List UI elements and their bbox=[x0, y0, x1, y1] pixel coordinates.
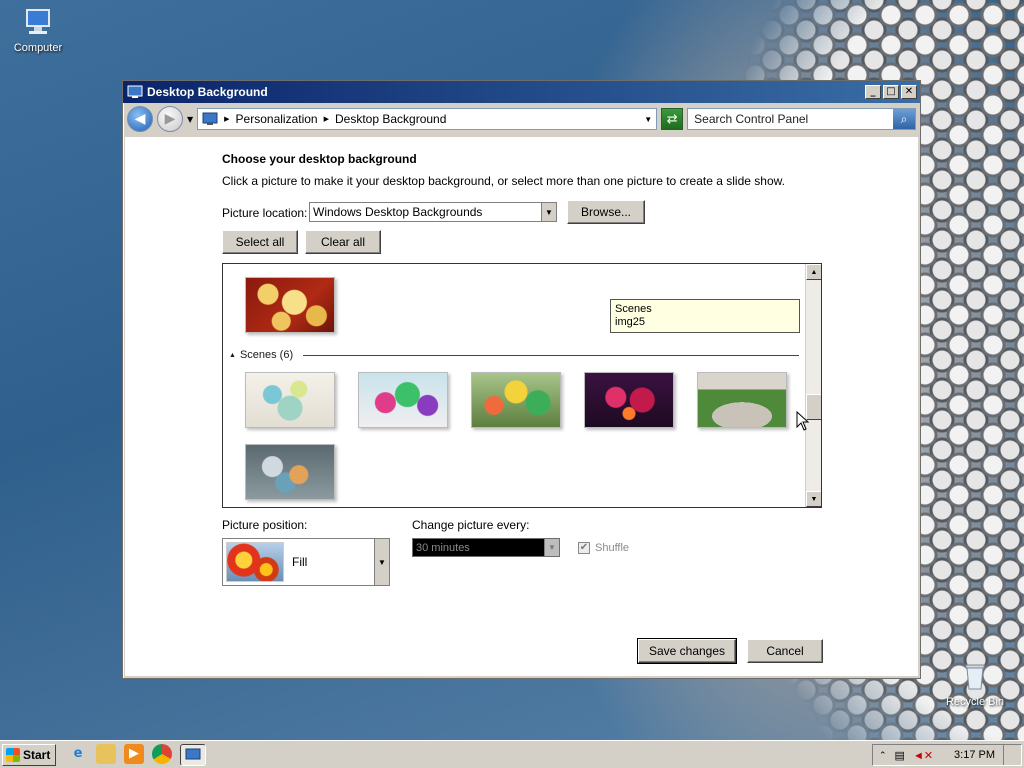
gallery-scrollbar[interactable]: ▲ ▼ bbox=[805, 264, 821, 507]
picture-position-label: Picture position: bbox=[222, 518, 308, 532]
windows-logo-icon bbox=[6, 747, 20, 762]
file-explorer-icon[interactable] bbox=[96, 743, 116, 764]
navigation-bar: ◀ ▶ ▼ ▶ Personalization ▶ Desktop Backgr… bbox=[123, 103, 920, 135]
control-panel-icon bbox=[185, 748, 201, 759]
change-picture-label: Change picture every: bbox=[412, 518, 530, 532]
tooltip-group: Scenes bbox=[615, 303, 652, 315]
page-heading: Choose your desktop background bbox=[222, 152, 417, 166]
breadcrumb-separator-icon[interactable]: ▶ bbox=[324, 115, 329, 123]
breadcrumb-separator-icon[interactable]: ▶ bbox=[224, 115, 229, 123]
tooltip-filename: img25 bbox=[615, 316, 645, 328]
start-label: Start bbox=[23, 747, 51, 762]
wallpaper-gallery[interactable]: Scenes img25 ▲ Scenes (6) ▲ ▼ bbox=[222, 263, 822, 508]
collapse-arrow-icon[interactable]: ▲ bbox=[229, 352, 236, 359]
chevron-down-icon[interactable]: ▼ bbox=[541, 203, 556, 221]
picture-location-label: Picture location: bbox=[222, 206, 308, 220]
address-bar[interactable]: ▶ Personalization ▶ Desktop Background ▼ bbox=[197, 108, 658, 130]
picture-location-select[interactable]: Windows Desktop Backgrounds ▼ bbox=[309, 202, 557, 222]
desktop-background-window: Desktop Background _ □ ✕ ◀ ▶ ▼ ▶ Persona… bbox=[122, 80, 921, 679]
desktop-icon-computer[interactable]: Computer bbox=[3, 6, 73, 54]
back-button[interactable]: ◀ bbox=[127, 106, 153, 132]
chevron-down-icon[interactable]: ▼ bbox=[374, 539, 389, 585]
back-arrow-icon: ◀ bbox=[134, 111, 146, 127]
wallpaper-thumbnail[interactable] bbox=[584, 372, 674, 428]
wallpaper-thumbnail[interactable] bbox=[245, 372, 335, 428]
picture-location-value: Windows Desktop Backgrounds bbox=[313, 205, 483, 219]
wallpaper-thumbnail[interactable] bbox=[358, 372, 448, 428]
search-icon[interactable]: ⌕ bbox=[893, 109, 915, 129]
group-label: Scenes (6) bbox=[239, 349, 294, 361]
wallpaper-thumbnail[interactable] bbox=[697, 372, 787, 428]
forward-arrow-icon: ▶ bbox=[164, 111, 176, 127]
control-panel-icon bbox=[202, 112, 218, 125]
mouse-cursor-icon bbox=[796, 411, 810, 431]
control-panel-taskbar-button[interactable] bbox=[180, 743, 206, 766]
close-button[interactable]: ✕ bbox=[901, 85, 917, 99]
media-player-icon[interactable]: ▶ bbox=[124, 743, 144, 764]
desktop-icon-label: Computer bbox=[13, 42, 63, 54]
shuffle-label: Shuffle bbox=[595, 542, 630, 554]
shuffle-checkbox[interactable]: ✔ bbox=[578, 542, 590, 554]
change-picture-select[interactable]: 30 minutes ▼ bbox=[412, 538, 560, 557]
title-bar[interactable]: Desktop Background _ □ ✕ bbox=[123, 81, 920, 103]
select-all-button[interactable]: Select all bbox=[222, 230, 298, 254]
system-tray: ⌃ ▤ ◄✕ 3:17 PM bbox=[872, 744, 1022, 766]
recycle-bin-icon bbox=[959, 660, 991, 692]
browse-button[interactable]: Browse... bbox=[567, 200, 645, 224]
taskbar: Start e ▶ ⌃ ▤ ◄✕ 3:17 PM bbox=[0, 740, 1024, 768]
group-header-scenes[interactable]: ▲ Scenes (6) bbox=[229, 348, 799, 362]
position-preview-image bbox=[226, 542, 284, 582]
volume-muted-icon[interactable]: ◄✕ bbox=[913, 749, 933, 762]
cancel-button[interactable]: Cancel bbox=[747, 639, 823, 663]
show-desktop-button[interactable] bbox=[1003, 745, 1021, 765]
refresh-button[interactable]: ⇄ bbox=[661, 108, 684, 130]
wallpaper-thumbnail[interactable] bbox=[471, 372, 561, 428]
desktop-icon-recycle-bin[interactable]: Recycle Bin bbox=[940, 660, 1010, 708]
address-history-dropdown-icon[interactable]: ▼ bbox=[644, 115, 652, 124]
picture-position-value: Fill bbox=[292, 555, 308, 569]
chevron-down-icon[interactable]: ▼ bbox=[544, 539, 559, 556]
control-panel-icon bbox=[127, 85, 143, 98]
maximize-button[interactable]: □ bbox=[883, 85, 899, 99]
wallpaper-thumbnail[interactable] bbox=[245, 277, 335, 333]
scroll-down-button[interactable]: ▼ bbox=[806, 491, 821, 507]
content-pane: Choose your desktop background Click a p… bbox=[125, 137, 918, 676]
minimize-button[interactable]: _ bbox=[865, 85, 881, 99]
show-hidden-icons-icon[interactable]: ⌃ bbox=[879, 750, 887, 761]
window-title: Desktop Background bbox=[147, 85, 268, 99]
thumbnail-tooltip: Scenes img25 bbox=[610, 299, 800, 333]
search-box[interactable]: Search Control Panel ⌕ bbox=[687, 108, 916, 130]
change-picture-value: 30 minutes bbox=[416, 541, 470, 554]
breadcrumb-personalization[interactable]: Personalization bbox=[236, 112, 318, 126]
network-icon[interactable]: ▤ bbox=[895, 749, 905, 762]
wallpaper-thumbnail[interactable] bbox=[245, 444, 335, 500]
recent-pages-dropdown-icon[interactable]: ▼ bbox=[187, 115, 193, 124]
search-input[interactable]: Search Control Panel bbox=[694, 112, 893, 126]
forward-button[interactable]: ▶ bbox=[157, 106, 183, 132]
group-divider bbox=[303, 354, 799, 356]
save-changes-button[interactable]: Save changes bbox=[637, 638, 737, 664]
page-instructions: Click a picture to make it your desktop … bbox=[222, 174, 785, 188]
breadcrumb-desktop-background[interactable]: Desktop Background bbox=[335, 112, 446, 126]
computer-icon bbox=[22, 6, 54, 38]
clear-all-button[interactable]: Clear all bbox=[305, 230, 381, 254]
start-button[interactable]: Start bbox=[2, 743, 56, 766]
picture-position-select[interactable]: Fill ▼ bbox=[222, 538, 390, 586]
refresh-icon: ⇄ bbox=[666, 111, 678, 127]
clock[interactable]: 3:17 PM bbox=[954, 749, 995, 761]
shuffle-option[interactable]: ✔ Shuffle bbox=[578, 542, 629, 554]
chrome-icon[interactable] bbox=[152, 743, 172, 764]
internet-explorer-icon[interactable]: e bbox=[68, 744, 88, 764]
desktop-icon-label: Recycle Bin bbox=[945, 696, 1005, 708]
scroll-up-button[interactable]: ▲ bbox=[806, 264, 821, 280]
quick-launch: e ▶ bbox=[68, 743, 206, 766]
